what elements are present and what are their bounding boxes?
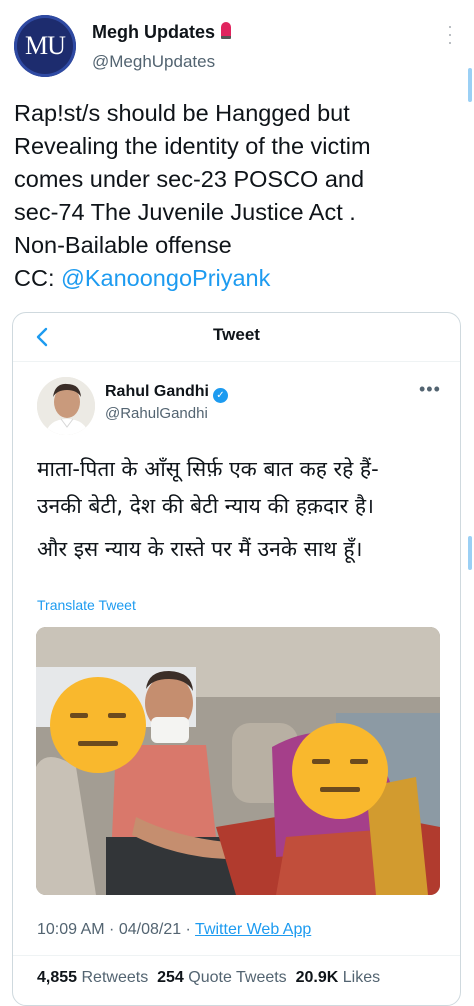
tweet-metadata: 10:09 AM · 04/08/21 · Twitter Web App [37, 921, 311, 939]
retweets-label: Retweets [81, 969, 149, 986]
tweet-line: sec-74 The Juvenile Justice Act . [14, 199, 356, 225]
quoted-line: और इस न्याय के रास्ते पर मैं उनके साथ हू… [37, 537, 363, 561]
more-vertical-icon[interactable]: · · · [444, 17, 456, 51]
display-name-text: Megh Updates [92, 22, 216, 42]
meta-separator: · [104, 921, 119, 938]
avatar[interactable]: MU [14, 15, 76, 77]
translate-tweet-link[interactable]: Translate Tweet [37, 597, 136, 613]
quoted-handle[interactable]: @RahulGandhi [105, 405, 208, 422]
scroll-indicator [468, 68, 472, 102]
retweets-count: 4,855 [37, 969, 78, 986]
likes-count: 20.9K [295, 969, 339, 986]
tweet-photo[interactable] [36, 627, 440, 895]
source-app-link[interactable]: Twitter Web App [195, 921, 311, 938]
avatar-portrait-icon [37, 377, 95, 435]
tweet-text: Rap!st/s should be Hangged but Revealing… [14, 97, 464, 295]
meta-separator: · [181, 921, 196, 938]
divider [13, 955, 460, 956]
tweet-line: Revealing the identity of the victim [14, 133, 371, 159]
quote-label: Quote Tweets [188, 969, 287, 986]
tweet-time: 10:09 AM [37, 921, 105, 938]
mention-link[interactable]: @KanoongoPriyank [61, 265, 270, 291]
tweet-line: Rap!st/s should be Hangged but [14, 100, 350, 126]
quoted-line: उनकी बेटी, देश की बेटी न्याय की हक़दार ह… [37, 494, 374, 518]
tweet-stats: 4,855 Retweets 254 Quote Tweets 20.9K Li… [37, 969, 380, 987]
tweet-line: comes under sec-23 POSCO and [14, 166, 365, 192]
expressionless-face-emoji-icon [50, 677, 146, 773]
cc-label: CC: [14, 265, 61, 291]
tweet-date: 04/08/21 [118, 921, 182, 938]
quoted-display-name[interactable]: Rahul Gandhi ✓ [105, 383, 228, 403]
scroll-indicator [468, 536, 472, 570]
display-name[interactable]: Megh Updates [92, 22, 232, 43]
quote-count: 254 [157, 969, 184, 986]
avatar[interactable] [37, 377, 95, 435]
more-horizontal-icon[interactable]: ••• [419, 379, 441, 400]
avatar-text: MU [25, 31, 66, 60]
expressionless-face-emoji-icon [292, 723, 388, 819]
verified-badge-icon: ✓ [213, 388, 228, 403]
retweets-stat[interactable]: 4,855 Retweets [37, 969, 148, 986]
quoted-line: माता-पिता के आँसू सिर्फ़ एक बात कह रहे ह… [37, 457, 379, 481]
quote-tweets-stat[interactable]: 254 Quote Tweets [157, 969, 287, 986]
cc-line: CC: @KanoongoPriyank [14, 262, 464, 295]
likes-label: Likes [342, 969, 381, 986]
quoted-display-name-text: Rahul Gandhi [105, 383, 209, 400]
quoted-tweet-text: माता-पिता के आँसू सिर्फ़ एक बात कह रहे ह… [37, 451, 447, 568]
user-handle[interactable]: @MeghUpdates [92, 52, 215, 72]
quoted-tweet-card[interactable]: Tweet Rahul Gandhi ✓ @RahulGandhi ••• मात… [12, 312, 461, 1006]
tweet-line: Non-Bailable offense [14, 232, 232, 258]
card-header-title: Tweet [213, 325, 260, 344]
likes-stat[interactable]: 20.9K Likes [296, 969, 381, 986]
siren-emoji-icon [221, 22, 232, 39]
